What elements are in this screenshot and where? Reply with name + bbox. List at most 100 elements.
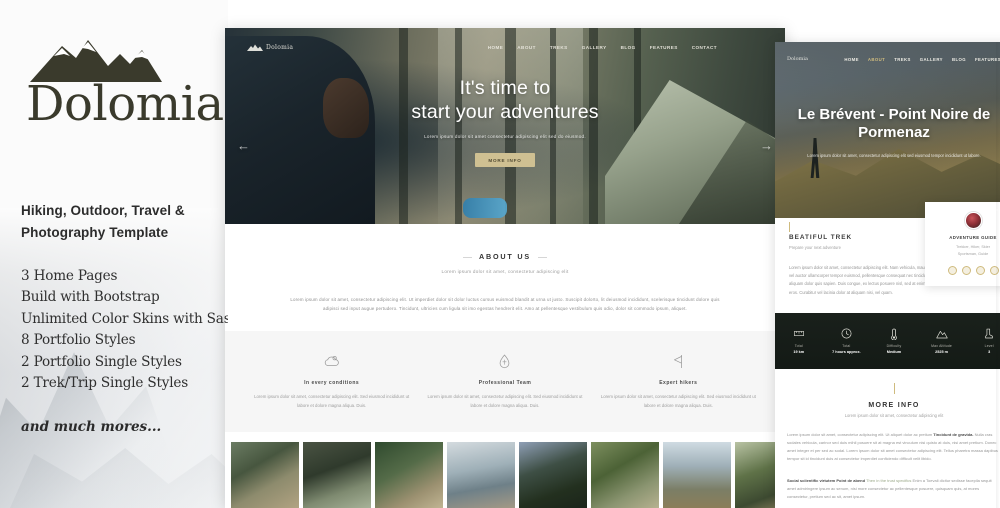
- tagline-line-1: Hiking, Outdoor, Travel &: [21, 203, 185, 218]
- feature-icon-wrap: [598, 351, 759, 371]
- trek-subtitle: Lorem ipsum dolor sit amet, consectetur …: [807, 152, 981, 158]
- navbar-logo-text[interactable]: Dolomia: [787, 56, 808, 62]
- inline-link[interactable]: Then in the trust specifics: [866, 478, 911, 483]
- brand-logo: Dolomia: [26, 32, 224, 132]
- trek-hero-section: Dolomia Home About Treks Gallery Blog Fe…: [775, 42, 1000, 218]
- navbar-menu: Home About Treks Gallery Blog Features: [844, 57, 1000, 62]
- nav-item-treks[interactable]: Treks: [550, 45, 568, 50]
- hero-heading: It's time to start your adventures: [225, 76, 785, 124]
- more-info-title: MORE INFO: [868, 401, 920, 409]
- nav-item-treks[interactable]: Treks: [894, 57, 911, 62]
- guide-name: ADVENTURE GUIDE: [949, 235, 997, 240]
- list-item: 3 Home Pages: [21, 267, 118, 284]
- stat-value: 2525 m: [935, 350, 949, 355]
- feature-icon-wrap: [424, 351, 585, 371]
- stat-icon-wrap: [965, 327, 1000, 340]
- nav-item-blog[interactable]: Blog: [621, 45, 636, 50]
- more-info-paragraph: Lorem ipsum dolor sit amet, consectetur …: [787, 431, 1000, 464]
- stat-icon-wrap: [918, 327, 966, 340]
- mountain-peak-icon: [935, 330, 948, 339]
- stat-item: Total 19 km: [775, 327, 823, 354]
- nav-item-features[interactable]: Features: [650, 45, 678, 50]
- arrow-left-icon[interactable]: ←: [237, 138, 250, 153]
- gallery-thumbnail[interactable]: [303, 442, 371, 508]
- stat-item: Difficulty Medium: [870, 327, 918, 354]
- about-section: ABOUT US Lorem ipsum dolor sit amet, con…: [225, 224, 785, 332]
- trek-description-section: BEATIFUL TREK Prepare your next adventur…: [775, 202, 1000, 297]
- trek-heading-line-2: Pormenaz: [858, 124, 930, 142]
- trek-detail-mockup: Dolomia Home About Treks Gallery Blog Fe…: [775, 42, 1000, 508]
- backpack-detail: [463, 198, 507, 218]
- more-info-subtitle: Lorem ipsum dolor sit amet, consectetur …: [844, 412, 944, 418]
- nav-item-features[interactable]: Features: [975, 57, 1000, 62]
- arrow-right-icon[interactable]: →: [760, 138, 773, 153]
- list-item: 8 Portfolio Styles: [21, 332, 136, 349]
- nav-item-about[interactable]: About: [517, 45, 536, 50]
- feature-title: In every conditions: [304, 380, 360, 387]
- gallery-thumbnail[interactable]: [375, 442, 443, 508]
- features-section: In every conditions Lorem ipsum dolor si…: [225, 331, 785, 433]
- list-item: Build with Bootstrap: [21, 289, 160, 306]
- stat-icon-wrap: [870, 327, 918, 340]
- feature-text: Lorem ipsum dolor sit amet, consectetur …: [600, 394, 756, 408]
- left-panel-content: Dolomia Hiking, Outdoor, Travel & Photog…: [0, 0, 228, 435]
- cloud-weather-icon: [324, 356, 339, 366]
- gallery-thumbnail[interactable]: [447, 442, 515, 508]
- gallery-thumbnail[interactable]: [519, 442, 587, 508]
- accent-rule: [789, 222, 790, 232]
- stat-label: Difficulty: [886, 344, 902, 349]
- feature-text: Lorem ipsum dolor sit amet, consectetur …: [254, 394, 410, 408]
- thermometer-icon: [891, 328, 897, 340]
- stat-value: 3: [988, 350, 991, 355]
- nav-item-home[interactable]: Home: [844, 57, 859, 62]
- list-item: 2 Portfolio Single Styles: [21, 353, 182, 370]
- water-drop-icon: [500, 354, 510, 368]
- stat-value: 7 hours approx.: [832, 350, 861, 355]
- facebook-icon[interactable]: [947, 266, 957, 276]
- guide-role-line-2: Sportsman, Guide: [957, 251, 989, 256]
- stat-item: Level 3: [965, 327, 1000, 354]
- list-item: Unlimited Color Skins with Sass: [21, 310, 228, 327]
- avatar: [964, 212, 982, 229]
- guide-role: Trekker, Hiker, Skier Sportsman, Guide: [933, 244, 1000, 257]
- guide-card: ADVENTURE GUIDE Trekker, Hiker, Skier Sp…: [925, 202, 1000, 287]
- nav-item-contact[interactable]: Contact: [692, 45, 717, 50]
- brand-name: Dolomia: [26, 76, 224, 132]
- hero-heading-line-2: start your adventures: [411, 101, 599, 124]
- mountain-range-icon: [247, 44, 263, 51]
- feature-card: Professional Team Lorem ipsum dolor sit …: [424, 351, 585, 410]
- social-links: [933, 266, 1000, 276]
- list-item: 2 Trek/Trip Single Styles: [21, 375, 188, 392]
- gallery-strip: [225, 432, 785, 508]
- nav-item-blog[interactable]: Blog: [952, 57, 966, 62]
- main-site-mockup: Dolomia Home About Treks Gallery Blog Fe…: [225, 28, 785, 508]
- nav-item-gallery[interactable]: Gallery: [920, 57, 943, 62]
- hero-cta-button[interactable]: More info: [475, 153, 535, 168]
- gallery-thumbnail[interactable]: [663, 442, 731, 508]
- twitter-icon[interactable]: [961, 266, 971, 276]
- instagram-icon[interactable]: [975, 266, 985, 276]
- trek-hero-copy: Le Brévent - Point Noire de Pormenaz Lor…: [775, 106, 1000, 159]
- boot-icon: [985, 328, 993, 339]
- stat-icon-wrap: [823, 327, 871, 340]
- feature-title: Professional Team: [478, 380, 532, 387]
- paragraph-bold: Social sciientific virtutem Point de abe…: [787, 477, 866, 483]
- navbar-logo[interactable]: Dolomia: [247, 44, 293, 51]
- nav-item-gallery[interactable]: Gallery: [582, 45, 607, 50]
- stat-value: 19 km: [793, 350, 805, 355]
- nav-item-about[interactable]: About: [868, 57, 885, 62]
- feature-title: Expert hikers: [659, 380, 698, 387]
- photo-caption: Chamonix - Haute-Savoie, France: [939, 208, 1000, 212]
- stat-label: Total: [794, 344, 803, 349]
- guide-role-line-1: Trekker, Hiker, Skier: [955, 245, 991, 249]
- stat-item: Total 7 hours approx.: [823, 327, 871, 354]
- feature-text: Lorem ipsum dolor sit amet, consectetur …: [427, 394, 583, 408]
- gallery-thumbnail[interactable]: [591, 442, 659, 508]
- more-info-paragraph: Social sciientific virtutem Point de abe…: [787, 477, 1000, 502]
- nav-item-home[interactable]: Home: [488, 45, 504, 50]
- feature-list: 3 Home Pages Build with Bootstrap Unlimi…: [21, 266, 228, 395]
- gallery-thumbnail[interactable]: [231, 442, 299, 508]
- stat-label: Total: [842, 344, 851, 349]
- paragraph-text-a: Lorem ipsum dolor sit amet, consectetur …: [787, 431, 934, 437]
- hero-heading-line-1: It's time to: [459, 77, 551, 99]
